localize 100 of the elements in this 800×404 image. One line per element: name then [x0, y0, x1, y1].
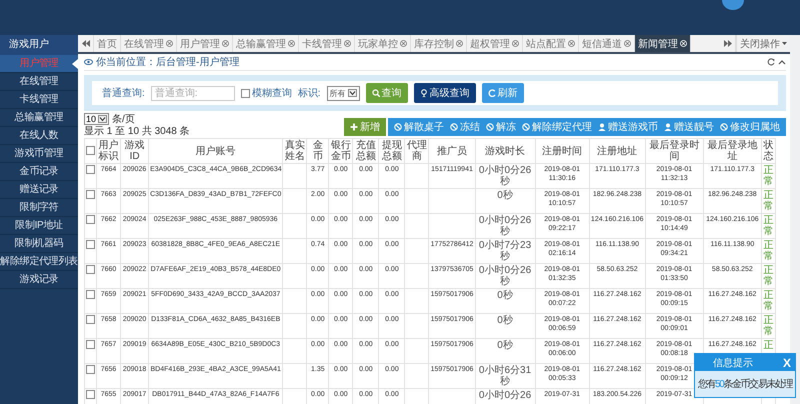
- status-label: 正常: [763, 240, 774, 262]
- row-checkbox[interactable]: [86, 240, 95, 249]
- tab[interactable]: 库存控制: [411, 35, 467, 52]
- sidebar-item[interactable]: 游戏记录: [0, 271, 78, 289]
- row-checkbox[interactable]: [86, 340, 95, 349]
- select-all-checkbox[interactable]: [86, 146, 95, 156]
- action-button[interactable]: 修改归属地: [717, 118, 783, 136]
- action-button[interactable]: 赠送游戏币: [595, 118, 661, 136]
- avatar-icon: [722, 0, 744, 10]
- lamp-icon: [420, 89, 428, 97]
- sidebar-item[interactable]: 解除绑定代理列表: [0, 253, 78, 271]
- status-label: 正常: [763, 190, 774, 212]
- advanced-button[interactable]: 高级查询: [414, 83, 476, 103]
- sidebar-item[interactable]: 在线管理: [0, 73, 78, 91]
- table-cell: 0秒: [497, 340, 513, 351]
- column-header: 代理商: [406, 140, 427, 162]
- tab[interactable]: 首页: [94, 35, 121, 52]
- caret-icon: [348, 89, 357, 97]
- status-label: 正: [763, 340, 774, 351]
- tab[interactable]: 卡线管理: [299, 35, 355, 52]
- refresh-icon: [488, 89, 496, 97]
- sidebar-item[interactable]: 总输赢管理: [0, 109, 78, 127]
- action-button[interactable]: 赠送靓号: [661, 118, 717, 136]
- close-menu-button[interactable]: 关闭操作: [736, 35, 790, 52]
- tab[interactable]: 新闻管理: [635, 35, 691, 52]
- user-icon: [598, 123, 606, 131]
- status-label: 正常: [763, 265, 774, 287]
- search-button[interactable]: 查询: [366, 83, 408, 103]
- column-header: 注册地址: [597, 146, 638, 156]
- row-checkbox[interactable]: [86, 190, 95, 199]
- close-button[interactable]: X: [782, 356, 791, 370]
- tab[interactable]: 总输赢管理: [233, 35, 299, 52]
- status-label: 正常: [763, 165, 774, 187]
- row-checkbox[interactable]: [86, 265, 95, 274]
- caret-icon: [98, 115, 108, 123]
- action-button[interactable]: 新增: [344, 118, 386, 136]
- column-header: 游戏时长: [485, 146, 526, 156]
- status-label: 正常: [763, 315, 774, 337]
- search-field[interactable]: 普通查询:: [150, 86, 235, 100]
- row-checkbox[interactable]: [86, 290, 95, 299]
- caret-icon: [782, 42, 787, 45]
- sidebar-item[interactable]: 限制机器码: [0, 235, 78, 253]
- search-label: 普通查询:: [102, 86, 145, 100]
- column-header: 注册时间: [542, 146, 582, 156]
- sidebar-item[interactable]: 限制IP地址: [0, 217, 78, 235]
- row-checkbox[interactable]: [86, 365, 95, 374]
- table-cell: 0秒: [497, 315, 513, 326]
- row-checkbox[interactable]: [86, 390, 95, 399]
- notice-title: 信息提示: [713, 356, 753, 370]
- flag-select[interactable]: 所有: [326, 86, 360, 100]
- action-button[interactable]: 解除绑定代理: [519, 118, 595, 136]
- table-cell: 0秒: [497, 190, 513, 201]
- ban-icon: [486, 123, 494, 131]
- sidebar-item[interactable]: 金币记录: [0, 163, 78, 181]
- pointer-icon: [72, 59, 78, 69]
- tab[interactable]: 用户管理: [177, 35, 233, 52]
- double-left-icon: [82, 40, 90, 47]
- table-cell: 0小时0分26秒: [478, 215, 532, 237]
- eye-icon: [84, 59, 93, 65]
- sidebar-item[interactable]: 赠送记录: [0, 181, 78, 199]
- tab[interactable]: 玩家单控: [355, 35, 411, 52]
- refresh-button[interactable]: 刷新: [482, 83, 524, 103]
- column-header: 用户标识: [98, 140, 119, 162]
- column-header: 最后登录时间: [649, 140, 700, 162]
- record-summary: 显示 1 至 10 共 3048 条: [84, 126, 190, 138]
- row-checkbox[interactable]: [86, 165, 95, 174]
- action-button[interactable]: 冻结: [447, 118, 483, 136]
- tab[interactable]: 超权管理: [467, 35, 523, 52]
- column-header: 提现总额: [382, 140, 402, 162]
- user-icon: [664, 123, 672, 131]
- table-cell: 0小时0分26秒: [478, 165, 532, 187]
- ban-icon: [450, 123, 458, 131]
- column-header: 推广员: [436, 146, 467, 156]
- checkbox[interactable]: [240, 88, 250, 98]
- plus-icon: [350, 123, 358, 131]
- table-cell: 0秒: [497, 290, 513, 301]
- double-right-icon: [724, 40, 732, 47]
- row-checkbox[interactable]: [86, 215, 95, 224]
- refresh-icon: [767, 58, 775, 66]
- status-label: 正常: [763, 215, 774, 237]
- sidebar-item[interactable]: 卡线管理: [0, 91, 78, 109]
- sidebar-item[interactable]: 在线人数: [0, 127, 78, 145]
- notice-message: 您有50条金币交易未处理: [698, 379, 792, 390]
- status-label: 正常: [763, 290, 774, 312]
- column-header: 金币: [312, 140, 323, 162]
- action-button[interactable]: 解冻: [483, 118, 519, 136]
- sidebar-item[interactable]: 限制字符: [0, 199, 78, 217]
- page-size-select[interactable]: 10: [84, 113, 110, 125]
- sidebar-item[interactable]: 游戏币管理: [0, 145, 78, 163]
- column-header: 银行金币: [330, 140, 351, 162]
- ban-icon: [394, 123, 402, 131]
- action-button[interactable]: 解散桌子: [391, 118, 447, 136]
- ban-icon: [720, 123, 728, 131]
- row-checkbox[interactable]: [86, 315, 95, 324]
- table-cell: 0小时0分26秒: [478, 265, 532, 287]
- checkbox-label: 模糊查询: [252, 86, 292, 100]
- tab[interactable]: 在线管理: [121, 35, 177, 52]
- table-cell: 0小时0分26: [478, 390, 532, 401]
- tab[interactable]: 站点配置: [523, 35, 579, 52]
- ban-icon: [522, 123, 530, 131]
